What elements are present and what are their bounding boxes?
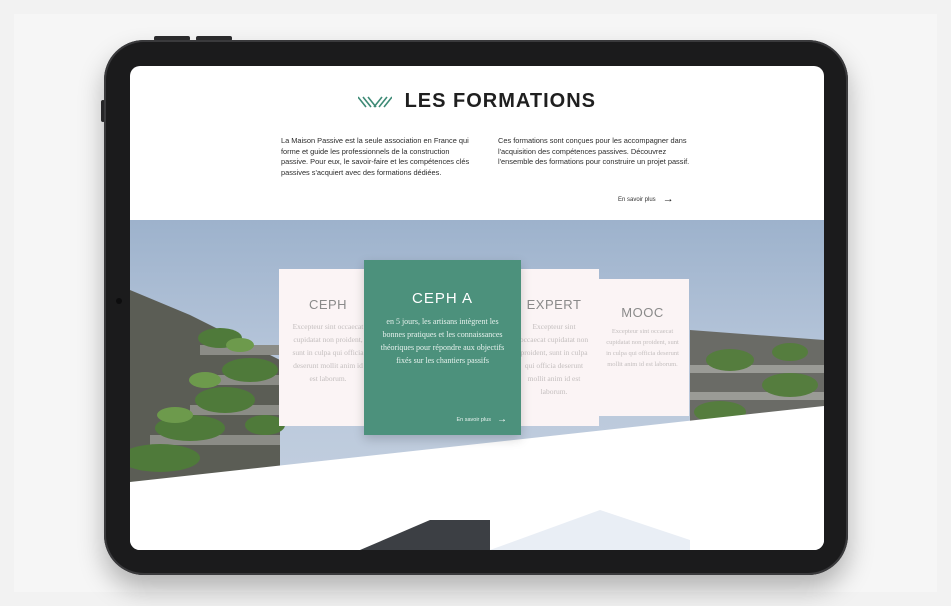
arrow-right-icon: → xyxy=(662,193,674,205)
card-title: MOOC xyxy=(621,305,664,320)
course-card-mooc[interactable]: MOOC Excepteur sint occaecat cupidatat n… xyxy=(596,279,689,416)
card-text: Excepteur sint occaecat cupidatat non pr… xyxy=(292,322,364,383)
arrow-right-icon: → xyxy=(497,414,507,425)
tablet-screen: LES FORMATIONS La Maison Passive est la … xyxy=(130,66,824,550)
more-link-label: En savoir plus xyxy=(618,196,656,203)
card-more-link[interactable]: En savoir plus → xyxy=(456,415,507,425)
course-card-ceph-a[interactable]: CEPH A en 5 jours, les artisans intègren… xyxy=(364,260,521,435)
section-title: LES FORMATIONS xyxy=(404,90,596,112)
card-text: en 5 jours, les artisans intègrent les b… xyxy=(380,317,505,365)
more-link[interactable]: En savoir plus → xyxy=(618,194,674,205)
card-more-label: En savoir plus xyxy=(456,417,491,423)
course-card-ceph[interactable]: CEPH Excepteur sint occaecat cupidatat n… xyxy=(279,269,377,426)
diagonal-stripes-icon xyxy=(358,96,393,108)
card-title: CEPH A xyxy=(411,290,474,307)
card-text: Excepteur sint occaecat cupidatat non pr… xyxy=(606,328,679,368)
section-heading: LES FORMATIONS xyxy=(130,90,824,113)
intro-text-left: La Maison Passive est la seule associati… xyxy=(281,136,470,177)
hero-banner: CEPH Excepteur sint occaecat cupidatat n… xyxy=(130,220,824,550)
card-text: Excepteur sint occaecat cupidatat non pr… xyxy=(519,322,589,396)
course-card-expert[interactable]: EXPERT Excepteur sint occaecat cupidatat… xyxy=(509,269,599,426)
card-title: EXPERT xyxy=(526,297,582,312)
intro-text-right: Ces formations sont conçues pour les acc… xyxy=(498,136,690,166)
camera xyxy=(116,298,122,304)
card-title: CEPH xyxy=(308,297,348,312)
